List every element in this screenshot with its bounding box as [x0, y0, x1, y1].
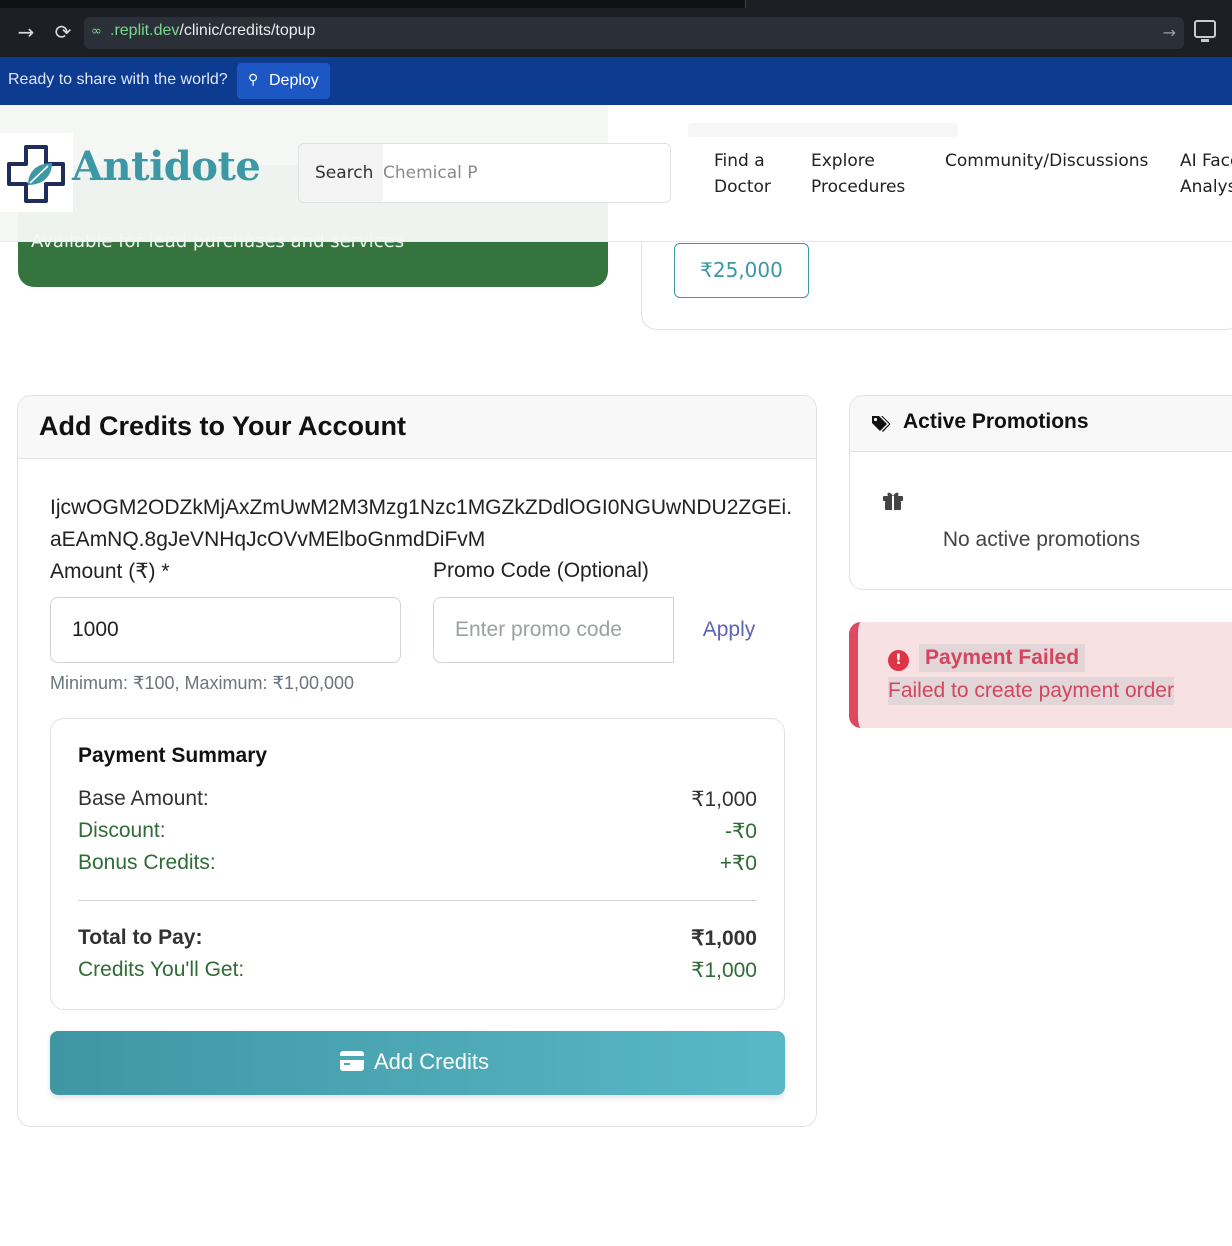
summary-row-base: Base Amount: ₹1,000	[78, 787, 757, 815]
add-credits-button-label: Add Credits	[374, 1049, 489, 1074]
url-host: .replit.dev	[110, 22, 180, 39]
search-input[interactable]	[383, 144, 670, 202]
no-promotions-text: No active promotions	[942, 528, 1141, 551]
nav-explore-procedures-line1: Explore	[811, 151, 875, 171]
search-label: Search	[315, 163, 374, 183]
summary-row-credits: Credits You'll Get: ₹1,000	[78, 958, 757, 986]
summary-divider	[78, 900, 757, 901]
deploy-banner-text: Ready to share with the world?	[8, 71, 228, 88]
logo-text: Antidote	[72, 143, 261, 190]
deploy-banner: Ready to share with the world? ⚲ Deploy	[0, 57, 1232, 105]
add-credits-button[interactable]: Add Credits	[50, 1031, 785, 1095]
nav-explore-procedures-line2: Procedures	[811, 177, 906, 197]
search-group: Search	[298, 143, 671, 203]
bonus-credits-value: +₹0	[719, 852, 757, 875]
nav-ai-face-analysis[interactable]: AI Face Analysis	[1180, 148, 1232, 200]
browser-toolbar: → ⟳ ∞ .replit.dev/clinic/credits/topup →	[0, 0, 1232, 57]
deploy-button[interactable]: ⚲ Deploy	[237, 63, 330, 99]
credits-get-value: ₹1,000	[691, 959, 757, 982]
nav-ai-face-analysis-line1: AI Face	[1180, 151, 1232, 171]
antidote-cross-icon	[7, 145, 65, 203]
url-path: /clinic/credits/topup	[179, 22, 316, 39]
credit-card-icon	[340, 1051, 364, 1071]
logo[interactable]	[0, 133, 73, 212]
site-header: Antidote Search Find a Doctor Explore Pr…	[0, 105, 1232, 242]
base-amount-label: Base Amount:	[78, 787, 209, 810]
base-amount-value: ₹1,000	[691, 788, 757, 811]
nav-ghost-shadow	[688, 123, 958, 137]
quick-amount-button[interactable]: ₹25,000	[674, 243, 809, 298]
deploy-button-label: Deploy	[269, 72, 319, 89]
bonus-credits-label: Bonus Credits:	[78, 851, 216, 874]
payment-error-alert: ! Payment Failed Failed to create paymen…	[849, 622, 1232, 728]
page-content: Available for lead purchases and service…	[0, 105, 1232, 1246]
discount-value: -₹0	[724, 820, 757, 843]
amount-input[interactable]	[50, 597, 401, 663]
apply-promo-button[interactable]: Apply	[674, 597, 784, 663]
payment-summary: Payment Summary Base Amount: ₹1,000 Disc…	[50, 718, 785, 1010]
discount-label: Discount:	[78, 819, 166, 842]
total-value: ₹1,000	[691, 927, 757, 950]
promotions-card-header: Active Promotions	[850, 396, 1232, 452]
link-icon: ∞	[91, 24, 102, 39]
nav-ai-face-analysis-line2: Analysis	[1180, 177, 1232, 197]
summary-row-bonus: Bonus Credits: +₹0	[78, 851, 757, 879]
promo-code-input[interactable]	[433, 597, 674, 663]
amount-limits-hint: Minimum: ₹100, Maximum: ₹1,00,000	[50, 673, 355, 693]
alert-message: Failed to create payment order	[888, 677, 1174, 705]
forward-arrow-icon[interactable]: →	[14, 20, 38, 44]
monitor-icon[interactable]	[1194, 20, 1216, 42]
tags-icon	[872, 416, 891, 432]
add-credits-card: Add Credits to Your Account IjcwOGM2ODZk…	[17, 395, 817, 1127]
promo-code-label: Promo Code (Optional)	[433, 559, 649, 582]
address-bar[interactable]: ∞ .replit.dev/clinic/credits/topup →	[84, 17, 1184, 49]
gift-icon	[883, 492, 903, 510]
url-text: .replit.dev/clinic/credits/topup	[110, 22, 315, 40]
summary-row-discount: Discount: -₹0	[78, 819, 757, 847]
nav-find-doctor[interactable]: Find a Doctor	[714, 148, 771, 200]
add-credits-title: Add Credits to Your Account	[39, 411, 407, 441]
active-promotions-card: Active Promotions No active promotions	[849, 395, 1232, 590]
amount-label: Amount (₹) *	[50, 560, 170, 583]
nav-find-doctor-line2: Doctor	[714, 177, 771, 197]
alert-title: Payment Failed	[919, 644, 1086, 672]
nav-community-line1: Community/Discussions	[945, 151, 1149, 171]
balloon-icon: ⚲	[248, 71, 259, 87]
nav-find-doctor-line1: Find a	[714, 151, 765, 171]
active-promotions-title: Active Promotions	[903, 410, 1089, 433]
summary-row-total: Total to Pay: ₹1,000	[78, 926, 757, 954]
go-arrow-icon[interactable]: →	[1163, 23, 1176, 42]
credits-get-label: Credits You'll Get:	[78, 958, 245, 981]
payment-summary-title: Payment Summary	[78, 744, 268, 767]
browser-tab-strip	[0, 0, 1232, 8]
nav-explore-procedures[interactable]: Explore Procedures	[811, 148, 905, 200]
browser-tab[interactable]	[745, 0, 1232, 8]
nav-community[interactable]: Community/Discussions	[945, 148, 1148, 174]
reload-icon[interactable]: ⟳	[51, 20, 75, 44]
csrf-token-text: IjcwOGM2ODZkMjAxZmUwM2M3Mzg1Nzc1MGZkZDdl…	[50, 496, 793, 551]
add-credits-card-header: Add Credits to Your Account	[18, 396, 816, 459]
exclamation-circle-icon: !	[888, 650, 909, 671]
total-label: Total to Pay:	[78, 926, 203, 949]
